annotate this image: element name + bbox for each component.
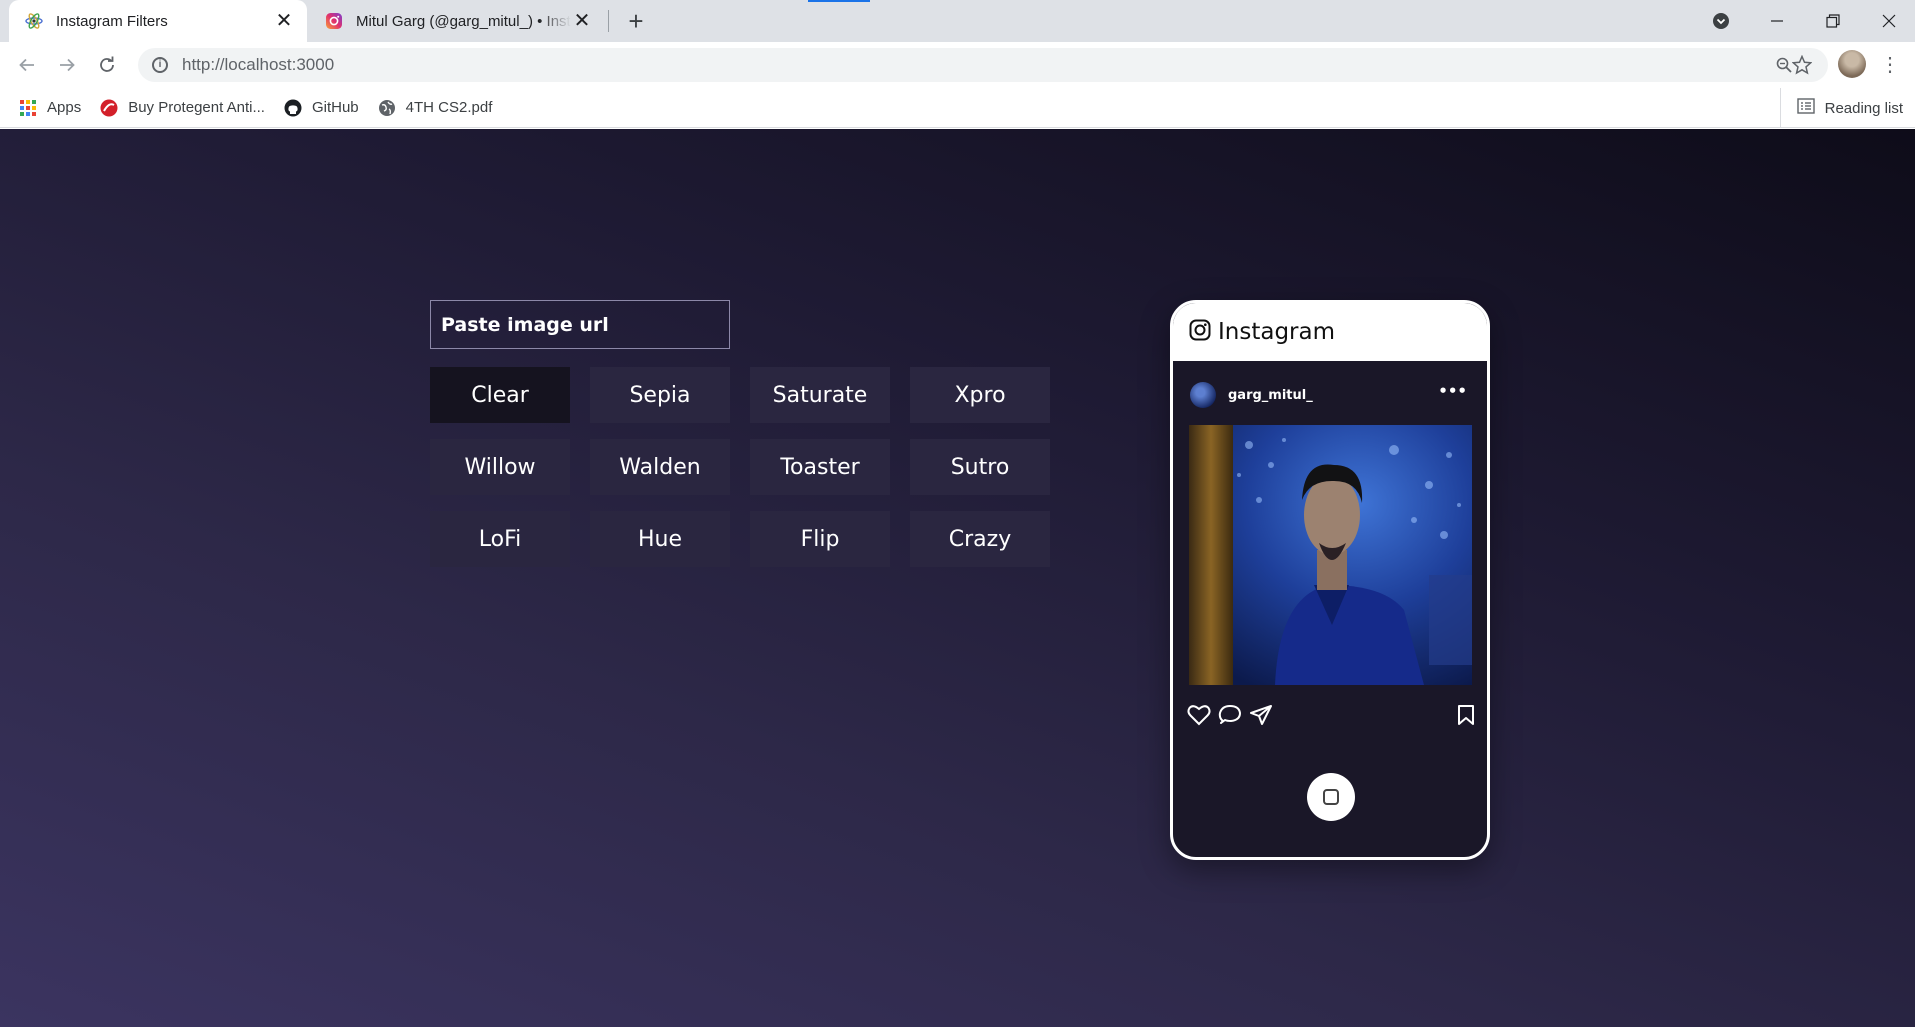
bookmark-label: 4TH CS2.pdf (405, 99, 493, 116)
filter-flip-button[interactable]: Flip (750, 511, 890, 567)
bookmark-label: Buy Protegent Anti... (128, 99, 265, 116)
close-window-button[interactable] (1866, 0, 1912, 42)
address-bar[interactable]: i http://localhost:3000 (138, 48, 1828, 82)
restore-button[interactable] (1810, 0, 1856, 42)
url-text: http://localhost:3000 (182, 55, 335, 74)
tab-title: Mitul Garg (@garg_mitul_) • Instagram (356, 12, 571, 30)
reading-list-button[interactable]: Reading list (1779, 88, 1903, 128)
tab-separator (608, 10, 609, 32)
github-icon (284, 99, 302, 117)
reload-icon[interactable] (92, 50, 122, 80)
bookmark-pdf[interactable]: 4TH CS2.pdf (378, 99, 493, 117)
minimize-button[interactable] (1754, 0, 1800, 42)
phone-home-button[interactable] (1307, 773, 1355, 821)
filter-xpro-button[interactable]: Xpro (910, 367, 1050, 423)
bookmark-label: Apps (47, 99, 82, 116)
instagram-header: Instagram (1173, 303, 1487, 361)
comment-icon[interactable] (1218, 704, 1242, 730)
bookmark-icon[interactable] (1457, 704, 1475, 730)
tab-search-icon[interactable] (1698, 0, 1744, 42)
protegent-icon (100, 99, 118, 117)
filter-saturate-button[interactable]: Saturate (750, 367, 890, 423)
filter-sutro-button[interactable]: Sutro (910, 439, 1050, 495)
bookmark-protegent[interactable]: Buy Protegent Anti... (100, 99, 265, 117)
new-tab-button[interactable]: + (622, 8, 650, 36)
home-square-icon (1323, 789, 1339, 805)
more-options-icon[interactable]: ••• (1438, 382, 1467, 400)
bookmark-github[interactable]: GitHub (284, 99, 359, 117)
bookmark-apps[interactable]: Apps (19, 99, 81, 117)
post-header: garg_mitul_ (1190, 382, 1313, 408)
globe-icon (378, 99, 396, 117)
image-url-input[interactable] (430, 300, 730, 349)
site-info-icon[interactable]: i (152, 57, 168, 73)
filter-willow-button[interactable]: Willow (430, 439, 570, 495)
forward-icon[interactable] (52, 50, 82, 80)
tab-instagram-filters[interactable]: Instagram Filters ✕ (9, 0, 307, 42)
post-username[interactable]: garg_mitul_ (1228, 388, 1313, 403)
heart-icon[interactable] (1187, 704, 1211, 730)
tab-title: Instagram Filters (56, 12, 168, 30)
zoom-icon[interactable] (1774, 55, 1794, 75)
reading-list-label: Reading list (1824, 99, 1903, 117)
reading-list-icon (1796, 98, 1815, 118)
close-tab-icon[interactable]: ✕ (273, 10, 295, 32)
bookmark-label: GitHub (311, 99, 359, 116)
filter-toaster-button[interactable]: Toaster (750, 439, 890, 495)
post-image (1189, 425, 1472, 685)
browser-toolbar: i http://localhost:3000 ⋮ (0, 42, 1915, 88)
profile-avatar[interactable] (1838, 50, 1866, 78)
loading-indicator (808, 0, 870, 2)
instagram-brand: Instagram (1218, 319, 1336, 345)
page-viewport: Clear Sepia Saturate Xpro Willow Walden … (0, 129, 1915, 1027)
filter-clear-button[interactable]: Clear (430, 367, 570, 423)
tab-strip: Instagram Filters ✕ Mitul Garg (@garg_mi… (0, 0, 1915, 42)
bookmark-star-icon[interactable] (1791, 54, 1813, 75)
close-tab-icon[interactable]: ✕ (571, 10, 593, 32)
share-icon[interactable] (1249, 704, 1273, 730)
bookmarks-bar: Apps Buy Protegent Anti... GitHub 4TH CS… (0, 88, 1915, 128)
phone-preview: Instagram garg_mitul_ ••• (1170, 300, 1490, 860)
back-icon[interactable] (12, 50, 42, 80)
instagram-icon (325, 12, 343, 30)
browser-menu-icon[interactable]: ⋮ (1880, 50, 1900, 80)
post-actions (1187, 704, 1477, 730)
avatar[interactable] (1190, 382, 1216, 408)
filter-hue-button[interactable]: Hue (590, 511, 730, 567)
react-icon (25, 12, 43, 30)
filter-crazy-button[interactable]: Crazy (910, 511, 1050, 567)
apps-grid-icon (19, 99, 37, 117)
filter-walden-button[interactable]: Walden (590, 439, 730, 495)
tab-instagram-profile[interactable]: Mitul Garg (@garg_mitul_) • Instagram ✕ (311, 0, 605, 42)
instagram-logo-icon (1189, 319, 1211, 345)
filter-sepia-button[interactable]: Sepia (590, 367, 730, 423)
filter-lofi-button[interactable]: LoFi (430, 511, 570, 567)
